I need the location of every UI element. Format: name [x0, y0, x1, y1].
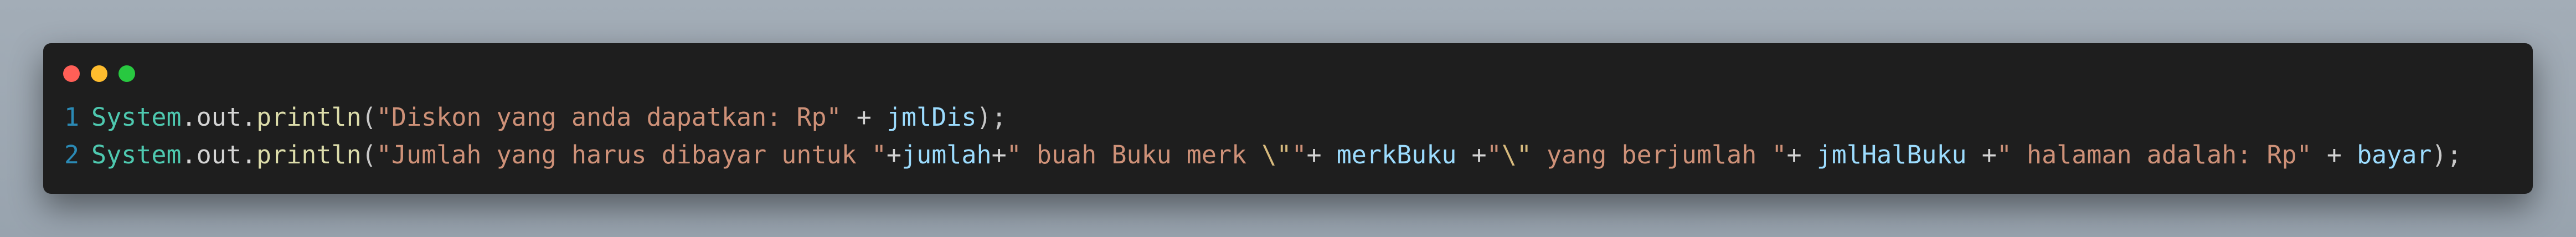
code-token-op: +: [886, 140, 902, 169]
code-token-var: jumlah: [901, 140, 992, 169]
code-line: 1 System.out.println("Diskon yang anda da…: [64, 99, 2462, 136]
code-token-str: "Diskon yang anda dapatkan: Rp": [376, 102, 842, 132]
code-token-punc: (: [361, 140, 377, 169]
close-dot-icon[interactable]: [63, 65, 80, 82]
code-token-op: +: [841, 102, 887, 132]
code-token-var: bayar: [2357, 140, 2432, 169]
code-token-plain: .out.: [181, 102, 257, 132]
code-token-class: System: [91, 140, 182, 169]
code-token-fn: println: [256, 140, 362, 169]
code-token-op: +: [991, 140, 1007, 169]
code-window: 1 System.out.println("Diskon yang anda da…: [43, 43, 2533, 194]
code-token-punc: );: [976, 102, 1007, 132]
code-token-op: +: [1456, 140, 1487, 169]
code-token-op: +: [2311, 140, 2357, 169]
maximize-dot-icon[interactable]: [119, 65, 135, 82]
line-number: 1: [64, 102, 80, 132]
code-token-str: " buah Buku merk: [1006, 140, 1262, 169]
code-token-op: +: [1966, 140, 1997, 169]
code-token-var: jmlHalBuku: [1816, 140, 1967, 169]
code-token-esc: \": [1261, 140, 1292, 169]
code-token-class: System: [91, 102, 182, 132]
code-token-esc: \": [1501, 140, 1532, 169]
code-token-var: merkBuku: [1336, 140, 1457, 169]
code-token-var: jmlDis: [886, 102, 977, 132]
code-token-str: ": [1486, 140, 1502, 169]
code-block: 1 System.out.println("Diskon yang anda da…: [64, 99, 2462, 174]
code-token-str: ": [1291, 140, 1307, 169]
code-token-punc: );: [2431, 140, 2462, 169]
code-token-op: +: [1786, 140, 1817, 169]
code-token-str: "Jumlah yang harus dibayar untuk ": [376, 140, 887, 169]
minimize-dot-icon[interactable]: [91, 65, 107, 82]
code-token-punc: (: [361, 102, 377, 132]
code-token-fn: println: [256, 102, 362, 132]
code-token-str: yang berjumlah ": [1531, 140, 1787, 169]
code-token-str: " halaman adalah: Rp": [1996, 140, 2312, 169]
code-token-plain: .out.: [181, 140, 257, 169]
code-line: 2 System.out.println("Jumlah yang harus d…: [64, 136, 2462, 174]
line-number: 2: [64, 140, 80, 169]
code-token-op: +: [1306, 140, 1337, 169]
